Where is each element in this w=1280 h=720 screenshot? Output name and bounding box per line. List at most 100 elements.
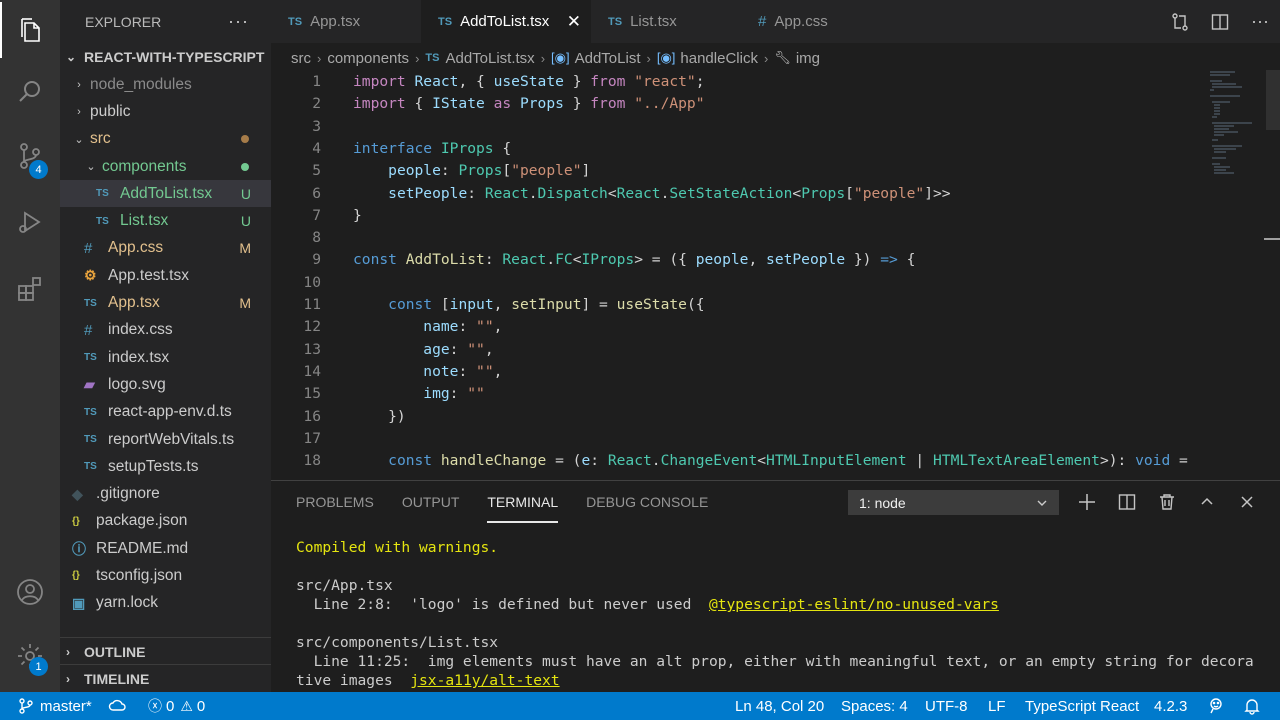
file-item[interactable]: ⓘ README.md xyxy=(60,535,271,562)
editor-tab[interactable]: TS List.tsx xyxy=(591,0,741,43)
file-item[interactable]: TS index.tsx xyxy=(60,344,271,371)
file-label: public xyxy=(90,102,131,120)
terminal-output[interactable]: Compiled with warnings. src/App.tsx Line… xyxy=(296,538,1266,690)
terminal-line: src/components/List.tsx xyxy=(296,634,499,651)
breadcrumb-item[interactable]: AddToList.tsx xyxy=(445,50,534,67)
split-terminal-icon[interactable] xyxy=(1107,481,1147,523)
extensions-icon[interactable] xyxy=(0,261,60,317)
code-line: 6 setPeople: React.Dispatch<React.SetSta… xyxy=(271,183,1206,205)
split-editor-icon[interactable] xyxy=(1200,0,1240,43)
code-token: useState xyxy=(616,296,687,313)
panel-tab[interactable]: DEBUG CONSOLE xyxy=(586,481,708,523)
compare-changes-icon[interactable] xyxy=(1160,0,1200,43)
file-item[interactable]: TS App.tsx M xyxy=(60,289,271,316)
new-terminal-icon[interactable] xyxy=(1067,481,1107,523)
warning-count: 0 xyxy=(196,697,206,715)
breadcrumb-item[interactable]: handleClick xyxy=(680,50,758,67)
folder-item[interactable]: ⌄ components xyxy=(60,153,271,180)
terminal-select[interactable]: 1: node xyxy=(848,490,1059,515)
code-editor[interactable]: 1 import React, { useState } from "react"… xyxy=(271,70,1206,480)
code-token: React xyxy=(502,251,547,269)
editor-tab[interactable]: TS AddToList.tsx ✕ xyxy=(421,0,591,43)
code-line: 4 interface IProps { xyxy=(271,138,1206,160)
more-actions-icon[interactable]: ··· xyxy=(228,11,249,32)
close-panel-icon[interactable] xyxy=(1227,481,1267,523)
code-token: IProps xyxy=(581,251,635,269)
file-item[interactable]: ◆ .gitignore xyxy=(60,480,271,507)
explorer-icon[interactable] xyxy=(0,2,60,58)
file-item[interactable]: TS react-app-env.d.ts xyxy=(60,399,271,426)
outline-section-header[interactable]: › OUTLINE xyxy=(60,637,271,665)
trash-icon[interactable] xyxy=(1147,481,1187,523)
css-file-icon: # xyxy=(84,321,93,339)
file-item[interactable]: {} package.json xyxy=(60,508,271,535)
maximize-panel-icon[interactable] xyxy=(1187,481,1227,523)
code-text: name: "", xyxy=(353,316,502,338)
editor-tabbar: TS App.tsx TS AddToList.tsx ✕ TS List.tsx # App.… xyxy=(271,0,1280,43)
chevron-right-icon: › xyxy=(317,50,322,66)
run-debug-icon[interactable] xyxy=(0,194,60,250)
file-item[interactable]: # index.css xyxy=(60,317,271,344)
manage-gear-icon[interactable] xyxy=(0,628,60,684)
file-item[interactable]: {} tsconfig.json xyxy=(60,562,271,589)
minimap[interactable] xyxy=(1206,70,1280,480)
end-of-line[interactable]: LF xyxy=(988,692,1006,720)
editor-actions: ··· xyxy=(1160,0,1280,43)
breadcrumb-item[interactable]: img xyxy=(796,50,820,67)
file-item[interactable]: TS List.tsx U xyxy=(60,207,271,234)
file-item[interactable]: TS setupTests.ts xyxy=(60,453,271,480)
panel-tab[interactable]: PROBLEMS xyxy=(296,481,374,523)
notifications-icon[interactable] xyxy=(1243,692,1261,720)
feedback-icon[interactable] xyxy=(1207,692,1225,720)
folder-item[interactable]: › public xyxy=(60,98,271,125)
git-status-badge: M xyxy=(239,295,251,312)
rule-link[interactable]: @typescript-eslint/no-unused-vars xyxy=(709,596,999,613)
encoding[interactable]: UTF-8 xyxy=(925,692,968,720)
code-token: "" xyxy=(467,340,485,358)
panel-tab[interactable]: TERMINAL xyxy=(487,481,558,523)
breadcrumb-item[interactable]: AddToList xyxy=(575,50,641,67)
file-item[interactable]: TS AddToList.tsx U xyxy=(60,180,271,208)
code-token: : xyxy=(449,385,468,403)
git-file-icon: ◆ xyxy=(72,485,83,502)
editor-tab[interactable]: # App.css xyxy=(741,0,889,43)
code-token: void xyxy=(1135,452,1171,470)
indentation[interactable]: Spaces: 4 xyxy=(841,692,908,720)
code-token: handleChange xyxy=(440,452,547,470)
file-item[interactable]: TS reportWebVitals.ts xyxy=(60,426,271,453)
breadcrumb-item[interactable]: components xyxy=(327,50,409,67)
branch-status[interactable]: master* xyxy=(18,692,92,720)
line-number: 6 xyxy=(312,184,321,202)
breadcrumb-item[interactable]: src xyxy=(291,50,311,67)
cursor-position[interactable]: Ln 48, Col 20 xyxy=(735,692,824,720)
typescript-file-icon: TS xyxy=(425,52,440,64)
editor-tab[interactable]: TS App.tsx xyxy=(271,0,421,43)
ts-version[interactable]: 4.2.3 xyxy=(1154,692,1187,720)
close-icon[interactable]: ✕ xyxy=(567,12,581,32)
timeline-section-header[interactable]: › TIMELINE xyxy=(60,664,271,692)
file-item[interactable]: # App.css M xyxy=(60,235,271,262)
code-line: 17 xyxy=(271,428,1206,450)
source-control-icon[interactable] xyxy=(0,128,60,184)
file-item[interactable]: ▰ logo.svg xyxy=(60,371,271,398)
folder-item[interactable]: › node_modules xyxy=(60,71,271,98)
code-token: }) xyxy=(845,251,881,269)
language-mode[interactable]: TypeScript React xyxy=(1025,692,1139,720)
sync-icon[interactable] xyxy=(108,692,126,720)
json-file-icon: {} xyxy=(72,515,80,527)
problems-status[interactable]: ⓧ 0 ⚠ 0 xyxy=(148,692,205,720)
git-status-badge: U xyxy=(240,185,251,202)
project-section-header[interactable]: ⌄ REACT-WITH-TYPESCRIPT xyxy=(60,43,271,71)
panel-tab[interactable]: OUTPUT xyxy=(402,481,460,523)
file-item[interactable]: ⚙ App.test.tsx xyxy=(60,262,271,289)
code-token: : xyxy=(484,251,503,269)
more-actions-icon[interactable]: ··· xyxy=(1240,0,1280,43)
rule-link[interactable]: jsx-a11y/alt-text xyxy=(410,672,559,689)
file-item[interactable]: ▣ yarn.lock xyxy=(60,590,271,617)
line-number: 8 xyxy=(312,229,321,247)
folder-item[interactable]: ⌄ src xyxy=(60,126,271,153)
search-icon[interactable] xyxy=(0,64,60,120)
accounts-icon[interactable] xyxy=(0,564,60,620)
